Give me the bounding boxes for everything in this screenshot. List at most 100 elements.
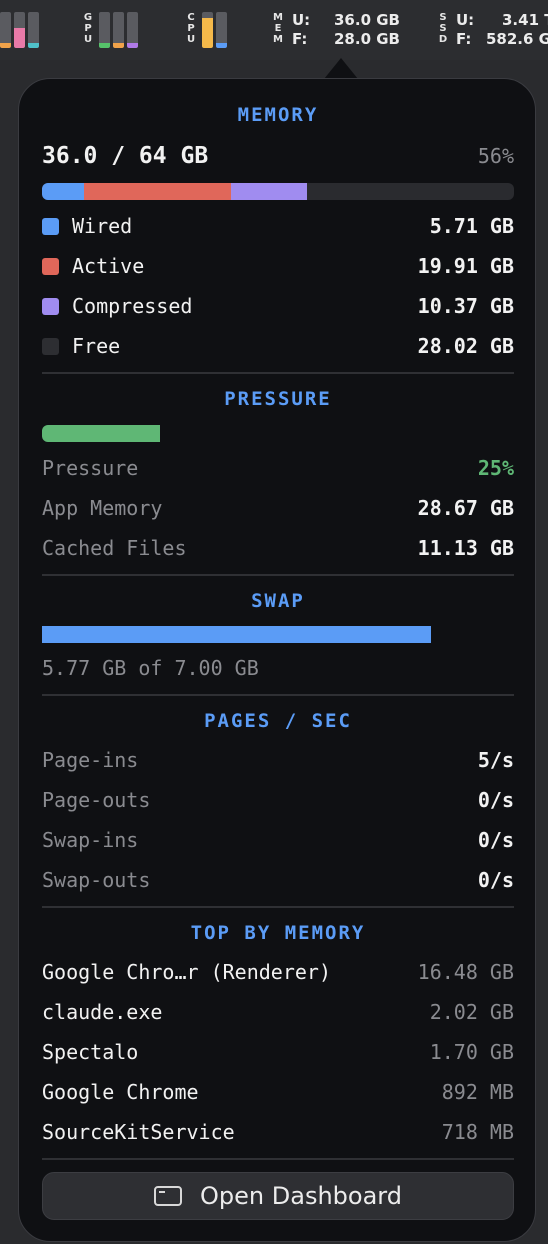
memory-section-title: MEMORY	[237, 104, 319, 126]
row-label: App Memory	[42, 496, 163, 520]
swap-caption-row: 5.77 GB of 7.00 GB	[42, 654, 514, 682]
gpu-label: G P U	[83, 12, 93, 45]
mem-label: M E M	[273, 12, 283, 45]
row-value: 0/s	[477, 788, 514, 812]
pages-section-title: PAGES / SEC	[204, 710, 352, 732]
row-label: Pressure	[42, 456, 139, 480]
ssd-used-value: 3.41 T	[502, 11, 548, 29]
swap-bar	[42, 626, 514, 643]
divider	[42, 906, 514, 908]
row-value: 11.13 GB	[417, 536, 514, 560]
swap-bar-fill	[42, 626, 431, 643]
row-value: 0/s	[477, 828, 514, 852]
pages-row: Page-outs 0/s	[42, 786, 514, 814]
divider	[42, 694, 514, 696]
row-label: Swap-ins	[42, 828, 139, 852]
memory-legend-item: Free 28.02 GB	[42, 332, 514, 360]
legend-swatch	[42, 297, 59, 315]
menu-bar: G P U C P U M E M U: F: 36.0 GB 28.0 GB …	[0, 0, 548, 60]
popover-arrow	[324, 58, 358, 79]
menubar-gpu-bars[interactable]	[99, 12, 138, 48]
mini-bar	[14, 12, 25, 48]
row-label: Page-ins	[42, 748, 139, 772]
memory-total: 36.0 / 64 GB	[42, 143, 209, 169]
memory-bar-segment-compressed	[230, 183, 308, 200]
legend-value: 19.91 GB	[417, 254, 514, 278]
row-label: Swap-outs	[42, 868, 151, 892]
memory-summary-row: 36.0 / 64 GB 56%	[42, 142, 514, 170]
pressure-section-title: PRESSURE	[224, 388, 332, 410]
divider	[42, 1158, 514, 1160]
process-row[interactable]: SourceKitService 718 MB	[42, 1118, 514, 1146]
ssd-used-key: U:	[456, 11, 475, 29]
pages-row: Page-ins 5/s	[42, 746, 514, 774]
pressure-bar-fill	[42, 425, 160, 442]
memory-legend-item: Wired 5.71 GB	[42, 212, 514, 240]
row-value: 5/s	[477, 748, 514, 772]
process-memory: 718 MB	[441, 1120, 514, 1144]
process-row[interactable]: Google Chrome 892 MB	[42, 1078, 514, 1106]
row-value: 0/s	[477, 868, 514, 892]
mem-free-key: F:	[292, 30, 308, 48]
memory-legend-item: Active 19.91 GB	[42, 252, 514, 280]
open-dashboard-label: Open Dashboard	[200, 1182, 402, 1210]
process-memory: 16.48 GB	[417, 960, 514, 984]
menubar-cpu-bars[interactable]	[202, 12, 227, 48]
row-value: 25%	[477, 456, 514, 480]
ssd-free-value: 582.6 G	[486, 30, 548, 48]
mem-used-key: U:	[292, 11, 311, 29]
pressure-bar	[42, 425, 514, 442]
mini-bar	[28, 12, 39, 48]
pressure-row: App Memory 28.67 GB	[42, 494, 514, 522]
row-label: Page-outs	[42, 788, 151, 812]
swap-caption: 5.77 GB of 7.00 GB	[42, 656, 259, 680]
pages-row: Swap-outs 0/s	[42, 866, 514, 894]
process-row[interactable]: claude.exe 2.02 GB	[42, 998, 514, 1026]
legend-swatch	[42, 337, 59, 355]
row-label: Cached Files	[42, 536, 187, 560]
process-name: claude.exe	[42, 1000, 163, 1024]
memory-bar-segment-active	[84, 183, 231, 200]
legend-value: 10.37 GB	[417, 294, 514, 318]
pages-row: Swap-ins 0/s	[42, 826, 514, 854]
legend-swatch	[42, 217, 59, 235]
legend-value: 5.71 GB	[429, 214, 514, 238]
legend-label: Wired	[72, 214, 133, 238]
divider	[42, 372, 514, 374]
ssd-label: S S D	[438, 12, 448, 45]
process-name: Spectalo	[42, 1040, 139, 1064]
dashboard-window-icon	[154, 1186, 183, 1206]
ssd-free-key: F:	[456, 30, 472, 48]
pressure-row: Pressure 25%	[42, 454, 514, 482]
mini-bar	[127, 12, 138, 48]
mini-bar	[216, 12, 227, 48]
open-dashboard-button[interactable]: Open Dashboard	[42, 1172, 514, 1220]
legend-swatch	[42, 257, 59, 275]
mini-bar	[99, 12, 110, 48]
process-memory: 2.02 GB	[429, 1000, 514, 1024]
cpu-label: C P U	[186, 12, 196, 45]
mini-bar	[0, 12, 11, 48]
row-value: 28.67 GB	[417, 496, 514, 520]
process-name: SourceKitService	[42, 1120, 235, 1144]
divider	[42, 574, 514, 576]
process-memory: 892 MB	[441, 1080, 514, 1104]
process-row[interactable]: Spectalo 1.70 GB	[42, 1038, 514, 1066]
memory-legend-item: Compressed 10.37 GB	[42, 292, 514, 320]
legend-label: Compressed	[72, 294, 193, 318]
mini-bar	[202, 12, 213, 48]
process-row[interactable]: Google Chro…r (Renderer) 16.48 GB	[42, 958, 514, 986]
process-name: Google Chrome	[42, 1080, 199, 1104]
mem-free-value: 28.0 GB	[334, 30, 400, 48]
menubar-cpu-history-bars[interactable]	[0, 12, 39, 48]
top-section-title: TOP BY MEMORY	[190, 922, 366, 944]
legend-label: Active	[72, 254, 145, 278]
memory-percent: 56%	[477, 144, 514, 168]
mini-bar	[113, 12, 124, 48]
process-memory: 1.70 GB	[429, 1040, 514, 1064]
pressure-row: Cached Files 11.13 GB	[42, 534, 514, 562]
legend-label: Free	[72, 334, 121, 358]
memory-usage-bar	[42, 183, 514, 200]
legend-value: 28.02 GB	[417, 334, 514, 358]
swap-section-title: SWAP	[251, 590, 305, 612]
